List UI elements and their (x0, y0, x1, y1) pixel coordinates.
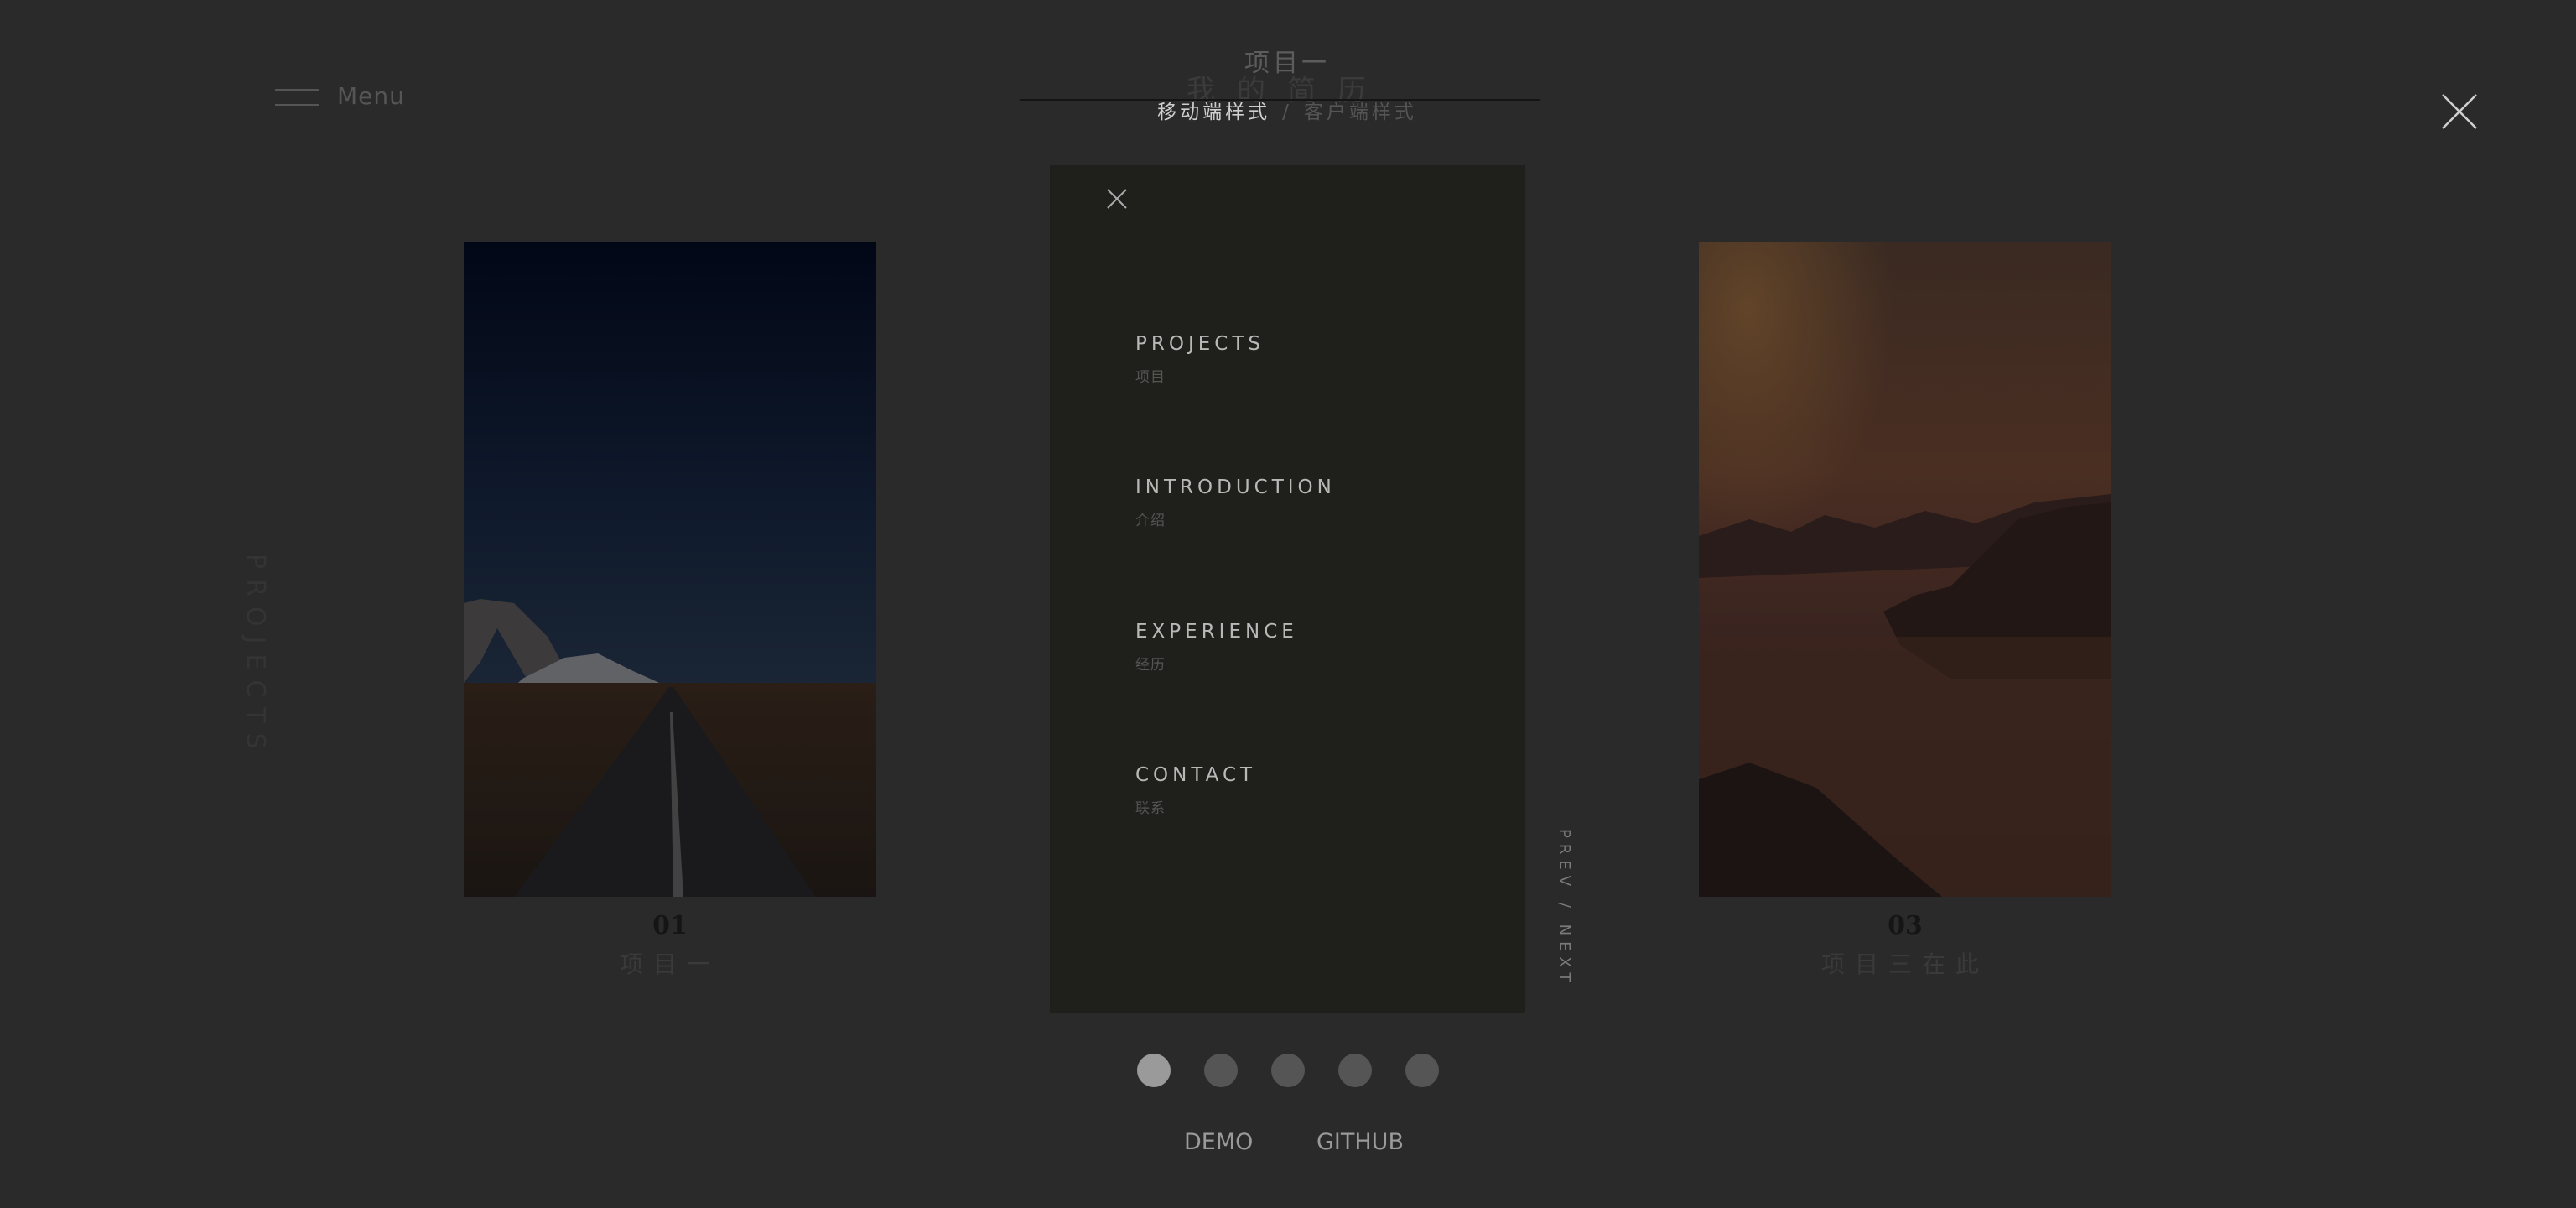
close-icon[interactable] (1107, 189, 1127, 209)
github-link[interactable]: GITHUB (1317, 1129, 1404, 1155)
mobile-style-link[interactable]: 移动端样式 (1157, 102, 1270, 123)
project-image-3 (1699, 242, 2111, 897)
nav-label: EXPERIENCE (1135, 621, 1298, 643)
nav-sublabel: 项目 (1135, 369, 1166, 386)
nav-sublabel: 经历 (1135, 657, 1166, 674)
nav-item-contact[interactable]: CONTACT 联系 (1135, 764, 1256, 817)
nav-label: INTRODUCTION (1135, 476, 1336, 498)
nav-item-experience[interactable]: EXPERIENCE 经历 (1135, 621, 1298, 674)
close-icon[interactable] (2440, 92, 2479, 131)
nav-drawer: PROJECTS 项目 INTRODUCTION 介绍 EXPERIENCE 经… (1050, 165, 1525, 1013)
nav-sublabel: 联系 (1135, 800, 1166, 817)
pagination-dot[interactable] (1338, 1054, 1372, 1087)
desktop-style-link[interactable]: 客户端样式 (1304, 102, 1417, 123)
pagination-dot[interactable] (1271, 1054, 1305, 1087)
style-separator: / (1282, 102, 1292, 123)
side-section-label: PROJECTS (241, 554, 270, 759)
pagination-dots (1137, 1054, 1439, 1087)
pager-separator: / (1555, 902, 1573, 914)
card-number: 01 (652, 911, 688, 940)
nav-item-projects[interactable]: PROJECTS 项目 (1135, 333, 1265, 386)
pagination-dot[interactable] (1204, 1054, 1238, 1087)
menu-label: Menu (337, 82, 405, 110)
menu-toggle[interactable]: Menu (275, 82, 405, 110)
project-card-1[interactable] (464, 242, 876, 897)
hamburger-icon (275, 87, 319, 106)
style-switch: 移动端样式 / 客户端样式 (1090, 96, 1484, 124)
nav-item-introduction[interactable]: INTRODUCTION 介绍 (1135, 476, 1336, 529)
project-image-1 (464, 242, 876, 897)
project-card-3[interactable] (1699, 242, 2111, 897)
pagination-dot[interactable] (1137, 1054, 1171, 1087)
prev-next-control: PREV / NEXT (1548, 829, 1573, 987)
card-caption: 项目三在此 (1820, 950, 1989, 978)
prev-button[interactable]: PREV (1555, 829, 1573, 892)
nav-label: CONTACT (1135, 764, 1257, 786)
next-button[interactable]: NEXT (1555, 924, 1573, 988)
nav-sublabel: 介绍 (1135, 513, 1166, 529)
nav-label: PROJECTS (1135, 333, 1265, 355)
pagination-dot[interactable] (1405, 1054, 1439, 1087)
card-caption: 项目一 (619, 950, 720, 978)
card-number: 03 (1888, 911, 1923, 940)
project-heading: 项目一 (1244, 49, 1330, 78)
demo-link[interactable]: DEMO (1184, 1129, 1253, 1155)
